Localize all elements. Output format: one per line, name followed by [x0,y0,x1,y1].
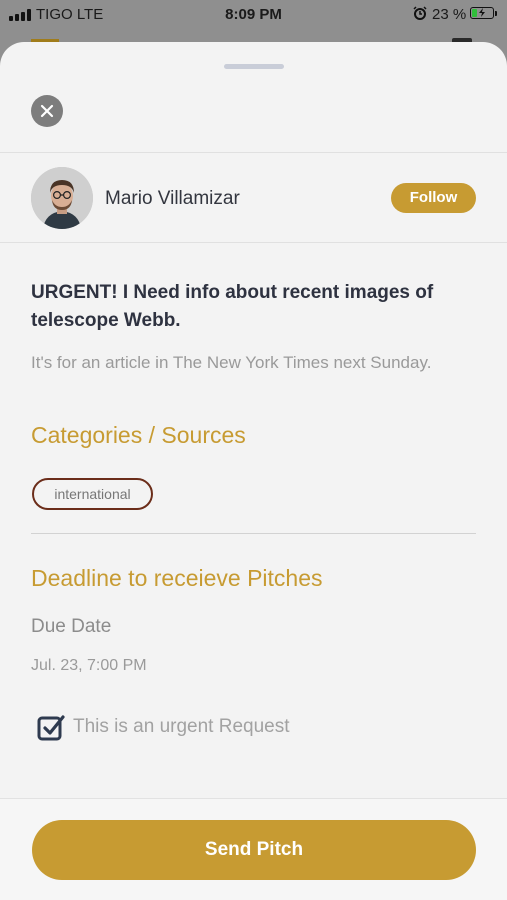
alarm-icon [413,6,427,20]
category-chip[interactable]: international [32,478,153,510]
divider [0,242,507,243]
send-pitch-button[interactable]: Send Pitch [32,820,476,880]
divider [0,152,507,153]
user-name[interactable]: Mario Villamizar [105,188,240,210]
request-description: It's for an article in The New York Time… [31,353,432,372]
footer-bar: Send Pitch [0,798,507,900]
status-bar: TIGO LTE 8:09 PM 23 % [0,0,507,30]
battery-charging-icon [470,7,497,19]
follow-button[interactable]: Follow [391,183,476,213]
pitch-request-sheet: Mario Villamizar Follow URGENT! I Need i… [0,42,507,900]
avatar[interactable] [31,167,93,229]
close-icon [40,104,54,118]
urgent-checkbox-label[interactable]: This is an urgent Request [73,716,290,738]
deadline-title: Deadline to receieve Pitches [31,565,323,591]
due-date-label: Due Date [31,616,112,637]
request-title: URGENT! I Need info about recent images … [31,282,434,331]
clock-time: 8:09 PM [225,6,282,23]
section-divider [31,533,476,534]
urgent-checkbox[interactable] [37,714,65,742]
categories-title: Categories / Sources [31,422,246,448]
checkbox-checked-icon [37,715,65,741]
sheet-grabber[interactable] [224,64,284,69]
battery-percent: 23 % [432,6,467,23]
due-date-value[interactable]: Jul. 23, 7:00 PM [31,657,147,675]
close-button[interactable] [31,95,63,127]
